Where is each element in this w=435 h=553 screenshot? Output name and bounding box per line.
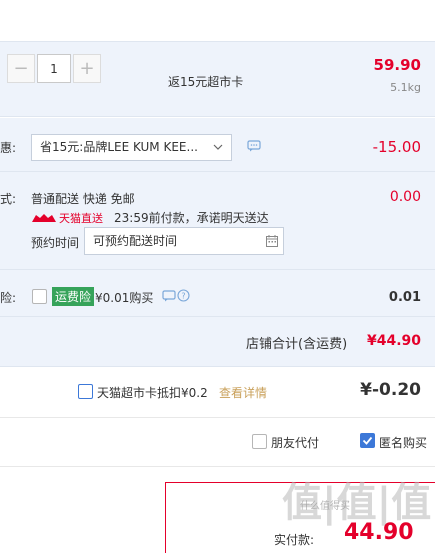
help-icon[interactable]: ?: [177, 289, 190, 302]
supermarket-card-checkbox[interactable]: [78, 384, 93, 399]
watermark-subtitle: 什么值得买: [300, 501, 350, 512]
shipping-fee: 0.00: [389, 189, 421, 205]
insurance-badge: 运费险: [52, 287, 95, 306]
friend-pay-checkbox[interactable]: [252, 434, 267, 449]
chat-icon[interactable]: [162, 290, 176, 302]
svg-text:?: ?: [181, 292, 185, 301]
divider: [0, 316, 435, 317]
discount-select[interactable]: 省15元:品牌LEE KUM KEE...: [31, 134, 232, 161]
discount-label: 惠:: [0, 141, 17, 155]
appointment-placeholder: 可预约配送时间: [93, 234, 178, 248]
friend-pay-label[interactable]: 朋友代付: [271, 434, 319, 451]
divider: [0, 269, 435, 270]
appointment-time-input[interactable]: 可预约配送时间: [84, 227, 284, 255]
discount-select-value: 省15元:品牌LEE KUM KEE...: [40, 140, 198, 154]
insurance-label: 险:: [0, 291, 17, 305]
actual-payment-amount: 44.90: [344, 520, 414, 545]
appointment-label: 预约时间: [31, 236, 80, 250]
increment-button[interactable]: +: [73, 54, 101, 83]
shop-total-amount: ¥44.90: [366, 333, 421, 349]
check-icon: [362, 436, 373, 445]
shipping-label: 式:: [0, 192, 17, 206]
decrement-button[interactable]: −: [7, 54, 35, 83]
view-details-link[interactable]: 查看详情: [219, 384, 267, 401]
divider: [0, 417, 435, 418]
tmall-direct-badge: 天猫直送: [31, 210, 103, 226]
divider: [0, 366, 435, 367]
shipping-method: 普通配送 快递 免邮: [31, 192, 135, 206]
anonymous-checkbox[interactable]: [360, 433, 375, 448]
discount-amount: -15.00: [372, 138, 421, 156]
divider: [0, 41, 435, 42]
supermarket-card-amount: ¥-0.20: [360, 380, 421, 400]
calendar-icon[interactable]: [266, 235, 278, 247]
anonymous-label[interactable]: 匿名购买: [379, 434, 427, 451]
chevron-down-icon: [213, 144, 223, 150]
insurance-price: ¥0.01购买: [95, 291, 154, 305]
rebate-text: 返15元超市卡: [168, 75, 244, 89]
item-weight: 5.1kg: [390, 81, 421, 94]
quantity-input[interactable]: 1: [37, 54, 71, 83]
shop-total-label: 店铺合计(含运费): [246, 337, 348, 352]
chat-icon[interactable]: [247, 140, 261, 152]
divider: [0, 171, 435, 172]
quantity-stepper[interactable]: − 1 +: [7, 54, 101, 83]
divider: [0, 116, 435, 117]
actual-payment-label: 实付款:: [274, 533, 315, 547]
supermarket-card-text: 天猫超市卡抵扣¥0.2: [97, 386, 208, 400]
insurance-checkbox[interactable]: [32, 289, 47, 304]
insurance-fee: 0.01: [388, 290, 421, 305]
delivery-promise: 23:59前付款，承诺明天送达: [114, 211, 269, 225]
divider: [0, 466, 435, 467]
tmall-cat-icon: [32, 214, 56, 222]
item-price: 59.90: [373, 56, 421, 74]
tmall-direct-text: 天猫直送: [59, 212, 103, 225]
